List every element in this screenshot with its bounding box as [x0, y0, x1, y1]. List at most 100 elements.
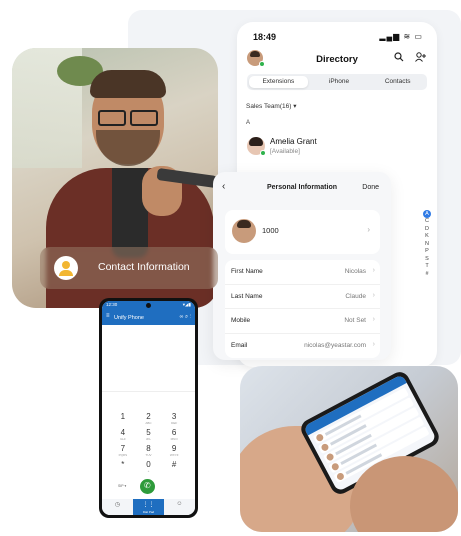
status-time: 18:49 [253, 32, 277, 42]
field-email[interactable]: Email nicolas@yeastar.com › [225, 334, 380, 359]
app-bar: ≡ Unify Phone ∞ ⌕ ⋮ [102, 311, 195, 325]
key-digit: 0 [146, 460, 151, 469]
key-0[interactable]: 0 + [136, 460, 162, 474]
line-selector[interactable]: SIP ▾ [118, 484, 126, 488]
menu-icon[interactable]: ≡ [106, 313, 110, 319]
key-letters [161, 469, 187, 473]
nav-contacts[interactable]: ☺ [164, 499, 195, 515]
field-mobile[interactable]: Mobile Not Set › [225, 309, 380, 334]
promo-composite: 18:49 ▂▄▆ ≋ ▭ Directory Extensions iPhon… [0, 0, 461, 536]
done-button[interactable]: Done [362, 184, 379, 191]
extension-number: 1000 [262, 226, 279, 235]
key-letters [110, 469, 136, 473]
key-digit: 4 [120, 428, 126, 437]
key-5[interactable]: 5 JKL [136, 428, 162, 442]
add-user-icon[interactable] [415, 52, 426, 65]
key-star[interactable]: * [110, 461, 136, 473]
personal-information-card: ‹ Personal Information Done 1000 › First… [213, 172, 391, 360]
contact-person-icon [54, 256, 78, 280]
status-bar: 12:30 ▾◢▮ [102, 301, 195, 311]
camera-hole [146, 303, 151, 308]
contact-status: [Available] [270, 148, 300, 155]
nav-dialpad[interactable]: ⋮⋮ Dial Pad [133, 499, 164, 515]
key-digit: 5 [146, 428, 151, 437]
call-button[interactable] [140, 479, 155, 494]
key-4[interactable]: 4 GHI [110, 428, 136, 442]
tab-contacts[interactable]: Contacts [368, 74, 427, 90]
index-letter[interactable]: K [425, 233, 429, 241]
field-value: Nicolas [344, 268, 366, 275]
divider [102, 391, 195, 392]
key-1[interactable]: 1 [110, 413, 136, 425]
key-3[interactable]: 3 DEF [161, 412, 187, 426]
beard [96, 130, 160, 166]
key-digit: 6 [171, 428, 177, 437]
hair [90, 70, 166, 98]
index-letter[interactable]: # [425, 271, 428, 279]
field-last-name[interactable]: Last Name Claude › [225, 285, 380, 309]
status-time: 12:30 [106, 302, 118, 307]
nav-history[interactable]: ◷ [102, 499, 133, 515]
chevron-right-icon: › [372, 340, 375, 348]
key-letters: GHI [120, 437, 126, 441]
key-letters: TUV [145, 453, 152, 457]
key-digit: * [121, 460, 125, 469]
key-digit: 3 [171, 412, 177, 421]
key-hash[interactable]: # [161, 461, 187, 473]
index-letter[interactable]: D [425, 226, 429, 234]
search-icon[interactable] [394, 52, 404, 65]
alphabet-index[interactable]: A C D K N P S T # [422, 210, 432, 278]
key-8[interactable]: 8 TUV [136, 444, 162, 458]
index-letter[interactable]: A [423, 210, 431, 218]
page-title: Directory [316, 54, 358, 65]
info-fields: First Name Nicolas › Last Name Claude › … [225, 260, 380, 358]
field-value: nicolas@yeastar.com [304, 341, 366, 349]
extension-row[interactable]: 1000 › [225, 210, 380, 254]
team-filter-dropdown[interactable]: Sales Team(16) ▾ [246, 102, 296, 110]
contact-information-label: Contact Information [98, 261, 190, 273]
key-digit: 2 [146, 412, 151, 421]
key-2[interactable]: 2 ABC [136, 412, 162, 426]
index-letter[interactable]: P [425, 248, 429, 256]
hands-holding-phone-photo [240, 366, 458, 532]
key-letters: MNO [170, 437, 178, 441]
bottom-nav: ◷ ⋮⋮ Dial Pad ☺ [102, 499, 195, 515]
field-label: Mobile [231, 317, 251, 324]
status-icons: ▂▄▆ ≋ ▭ [379, 32, 423, 41]
clock-icon: ◷ [114, 502, 121, 508]
key-9[interactable]: 9 WXYZ [161, 444, 187, 458]
key-6[interactable]: 6 MNO [161, 428, 187, 442]
avatar [232, 219, 256, 243]
field-value: Not Set [344, 317, 366, 324]
contact-information-button[interactable]: Contact Information [40, 247, 218, 289]
contact-name[interactable]: Amelia Grant [270, 137, 317, 146]
key-letters [110, 421, 136, 425]
tab-extensions[interactable]: Extensions [249, 76, 308, 88]
glasses [98, 110, 158, 126]
key-digit: 8 [146, 444, 151, 453]
app-bar-actions[interactable]: ∞ ⌕ ⋮ [180, 314, 191, 321]
directory-tabs: Extensions iPhone Contacts [247, 74, 427, 90]
field-label: Last Name [231, 292, 263, 300]
field-first-name[interactable]: First Name Nicolas › [225, 260, 380, 285]
key-letters: ABC [145, 421, 152, 425]
tab-iphone[interactable]: iPhone [310, 74, 369, 90]
key-7[interactable]: 7 PQRS [110, 444, 136, 458]
index-letter[interactable]: S [425, 256, 429, 264]
contacts-icon: ☺ [176, 501, 183, 507]
key-digit: 9 [171, 444, 177, 453]
app-title: Unify Phone [114, 315, 144, 321]
index-letter[interactable]: N [425, 241, 429, 249]
key-letters: WXYZ [169, 453, 179, 457]
index-letter[interactable]: C [425, 218, 429, 226]
key-letters: DEF [171, 421, 178, 425]
chevron-right-icon: › [367, 225, 370, 234]
key-digit: # [171, 460, 177, 469]
key-digit: 7 [120, 444, 126, 453]
dialpad-icon: ⋮⋮ [142, 502, 155, 508]
key-letters: PQRS [118, 453, 128, 457]
presence-dot [260, 150, 266, 156]
index-letter[interactable]: T [425, 263, 428, 271]
dial-keypad: 1 2 ABC 3 DEF 4 GHI 5 JKL 6 MNO 7 PQRS 8 TUV 9W… [110, 412, 187, 474]
key-digit: 1 [120, 412, 126, 421]
